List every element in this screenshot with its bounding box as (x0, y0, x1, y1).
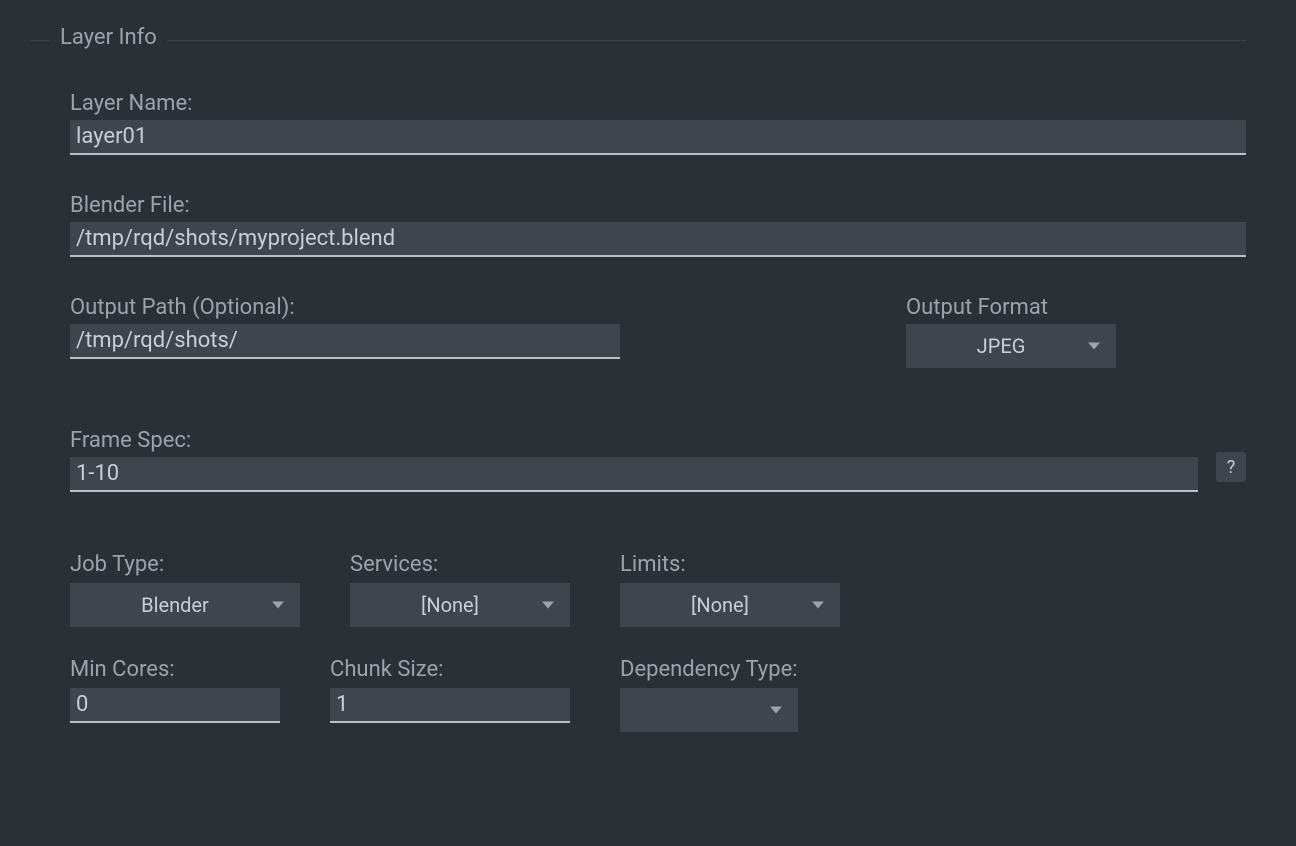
chevron-down-icon (812, 602, 824, 609)
layer-info-panel: Layer Info Layer Name: Blender File: Out… (0, 0, 1296, 792)
job-type-label: Job Type: (70, 552, 300, 577)
chevron-down-icon (1088, 343, 1100, 350)
limits-dropdown[interactable]: [None] (620, 583, 840, 627)
output-format-dropdown[interactable]: JPEG (906, 324, 1116, 368)
frame-spec-help-button[interactable]: ? (1216, 452, 1246, 482)
min-cores-input[interactable] (70, 688, 280, 723)
chevron-down-icon (542, 602, 554, 609)
frame-spec-label: Frame Spec: (70, 428, 1198, 453)
output-row: Output Path (Optional): Output Format JP… (70, 295, 1246, 368)
layer-name-label: Layer Name: (70, 91, 1246, 116)
blender-file-field: Blender File: (70, 193, 1246, 257)
output-format-field: Output Format JPEG (906, 295, 1116, 368)
output-format-label: Output Format (906, 295, 1116, 320)
services-field: Services: [None] (350, 552, 570, 627)
output-path-input[interactable] (70, 324, 620, 359)
limits-label: Limits: (620, 552, 840, 577)
dependency-type-dropdown[interactable] (620, 688, 798, 732)
job-type-dropdown[interactable]: Blender (70, 583, 300, 627)
frame-spec-field: Frame Spec: ? (70, 428, 1246, 492)
min-cores-label: Min Cores: (70, 657, 280, 682)
services-dropdown[interactable]: [None] (350, 583, 570, 627)
chevron-down-icon (272, 602, 284, 609)
frame-spec-input[interactable] (70, 457, 1198, 492)
dependency-type-label: Dependency Type: (620, 657, 798, 682)
settings-grid: Job Type: Blender Services: [None] Limit… (70, 552, 1246, 732)
min-cores-field: Min Cores: (70, 657, 280, 732)
job-type-value: Blender (90, 593, 260, 617)
layer-info-group: Layer Info Layer Name: Blender File: Out… (30, 40, 1246, 732)
services-value: [None] (370, 593, 530, 617)
services-label: Services: (350, 552, 570, 577)
limits-value: [None] (640, 593, 800, 617)
dependency-type-field: Dependency Type: (620, 657, 798, 732)
output-path-label: Output Path (Optional): (70, 295, 620, 320)
layer-name-field: Layer Name: (70, 91, 1246, 155)
chunk-size-input[interactable] (330, 688, 570, 723)
layer-name-input[interactable] (70, 120, 1246, 155)
group-title: Layer Info (50, 25, 167, 50)
job-type-field: Job Type: Blender (70, 552, 300, 627)
chunk-size-label: Chunk Size: (330, 657, 570, 682)
limits-field: Limits: [None] (620, 552, 840, 627)
blender-file-label: Blender File: (70, 193, 1246, 218)
chevron-down-icon (770, 707, 782, 714)
blender-file-input[interactable] (70, 222, 1246, 257)
output-format-value: JPEG (926, 334, 1076, 358)
chunk-size-field: Chunk Size: (330, 657, 570, 732)
output-path-field: Output Path (Optional): (70, 295, 620, 359)
